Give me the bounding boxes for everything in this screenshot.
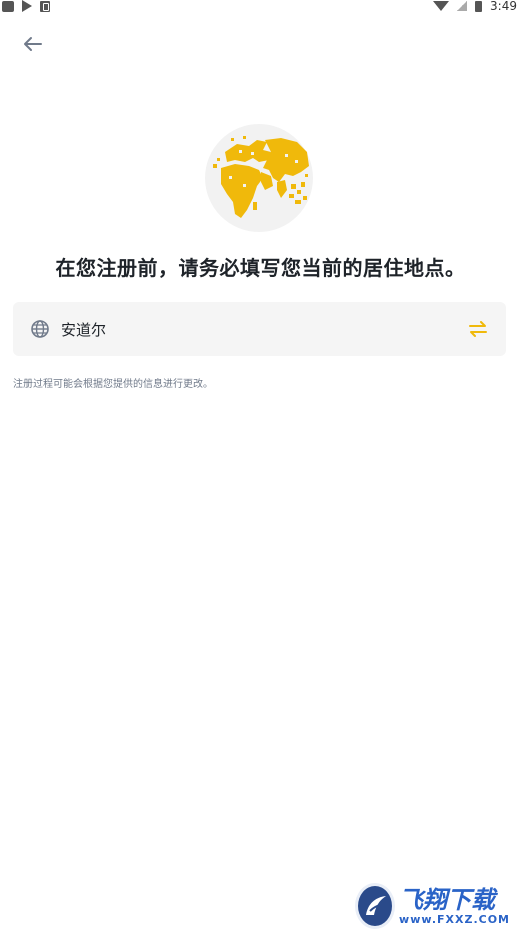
watermark-text: 飞翔下载 www.FXXZ.COM [399, 887, 510, 926]
status-left [2, 0, 50, 12]
hint-text: 注册过程可能会根据您提供的信息进行更改。 [13, 379, 213, 390]
country-selector[interactable]: 安道尔 [13, 302, 506, 356]
screen: 3:49 在您注册前，请务必填写您当前的居住地点。 安道尔 注册过程可能会根据您… [0, 0, 521, 941]
page-title: 在您注册前，请务必填写您当前的居住地点。 [55, 256, 466, 280]
back-button[interactable] [18, 30, 46, 58]
arrow-left-icon [24, 37, 42, 51]
swap-arrows-icon[interactable] [468, 321, 488, 337]
world-map-globe-icon [205, 124, 313, 232]
watermark-title: 飞翔下载 [399, 885, 496, 914]
notification-square-icon [2, 0, 14, 12]
status-right: 3:49 [433, 0, 517, 12]
status-bar: 3:49 [0, 0, 521, 12]
battery-icon [475, 0, 483, 12]
play-store-icon [22, 0, 32, 12]
watermark-logo-icon [355, 883, 396, 929]
watermark: 飞翔下载 www.FXXZ.COM [355, 882, 510, 930]
cell-signal-icon [457, 1, 468, 11]
globe-icon [31, 320, 49, 338]
watermark-url: www.FXXZ.COM [399, 912, 510, 926]
app-notification-icon [40, 0, 50, 12]
status-time: 3:49 [490, 0, 517, 13]
country-value: 安道尔 [61, 320, 107, 339]
wifi-icon [433, 1, 450, 11]
